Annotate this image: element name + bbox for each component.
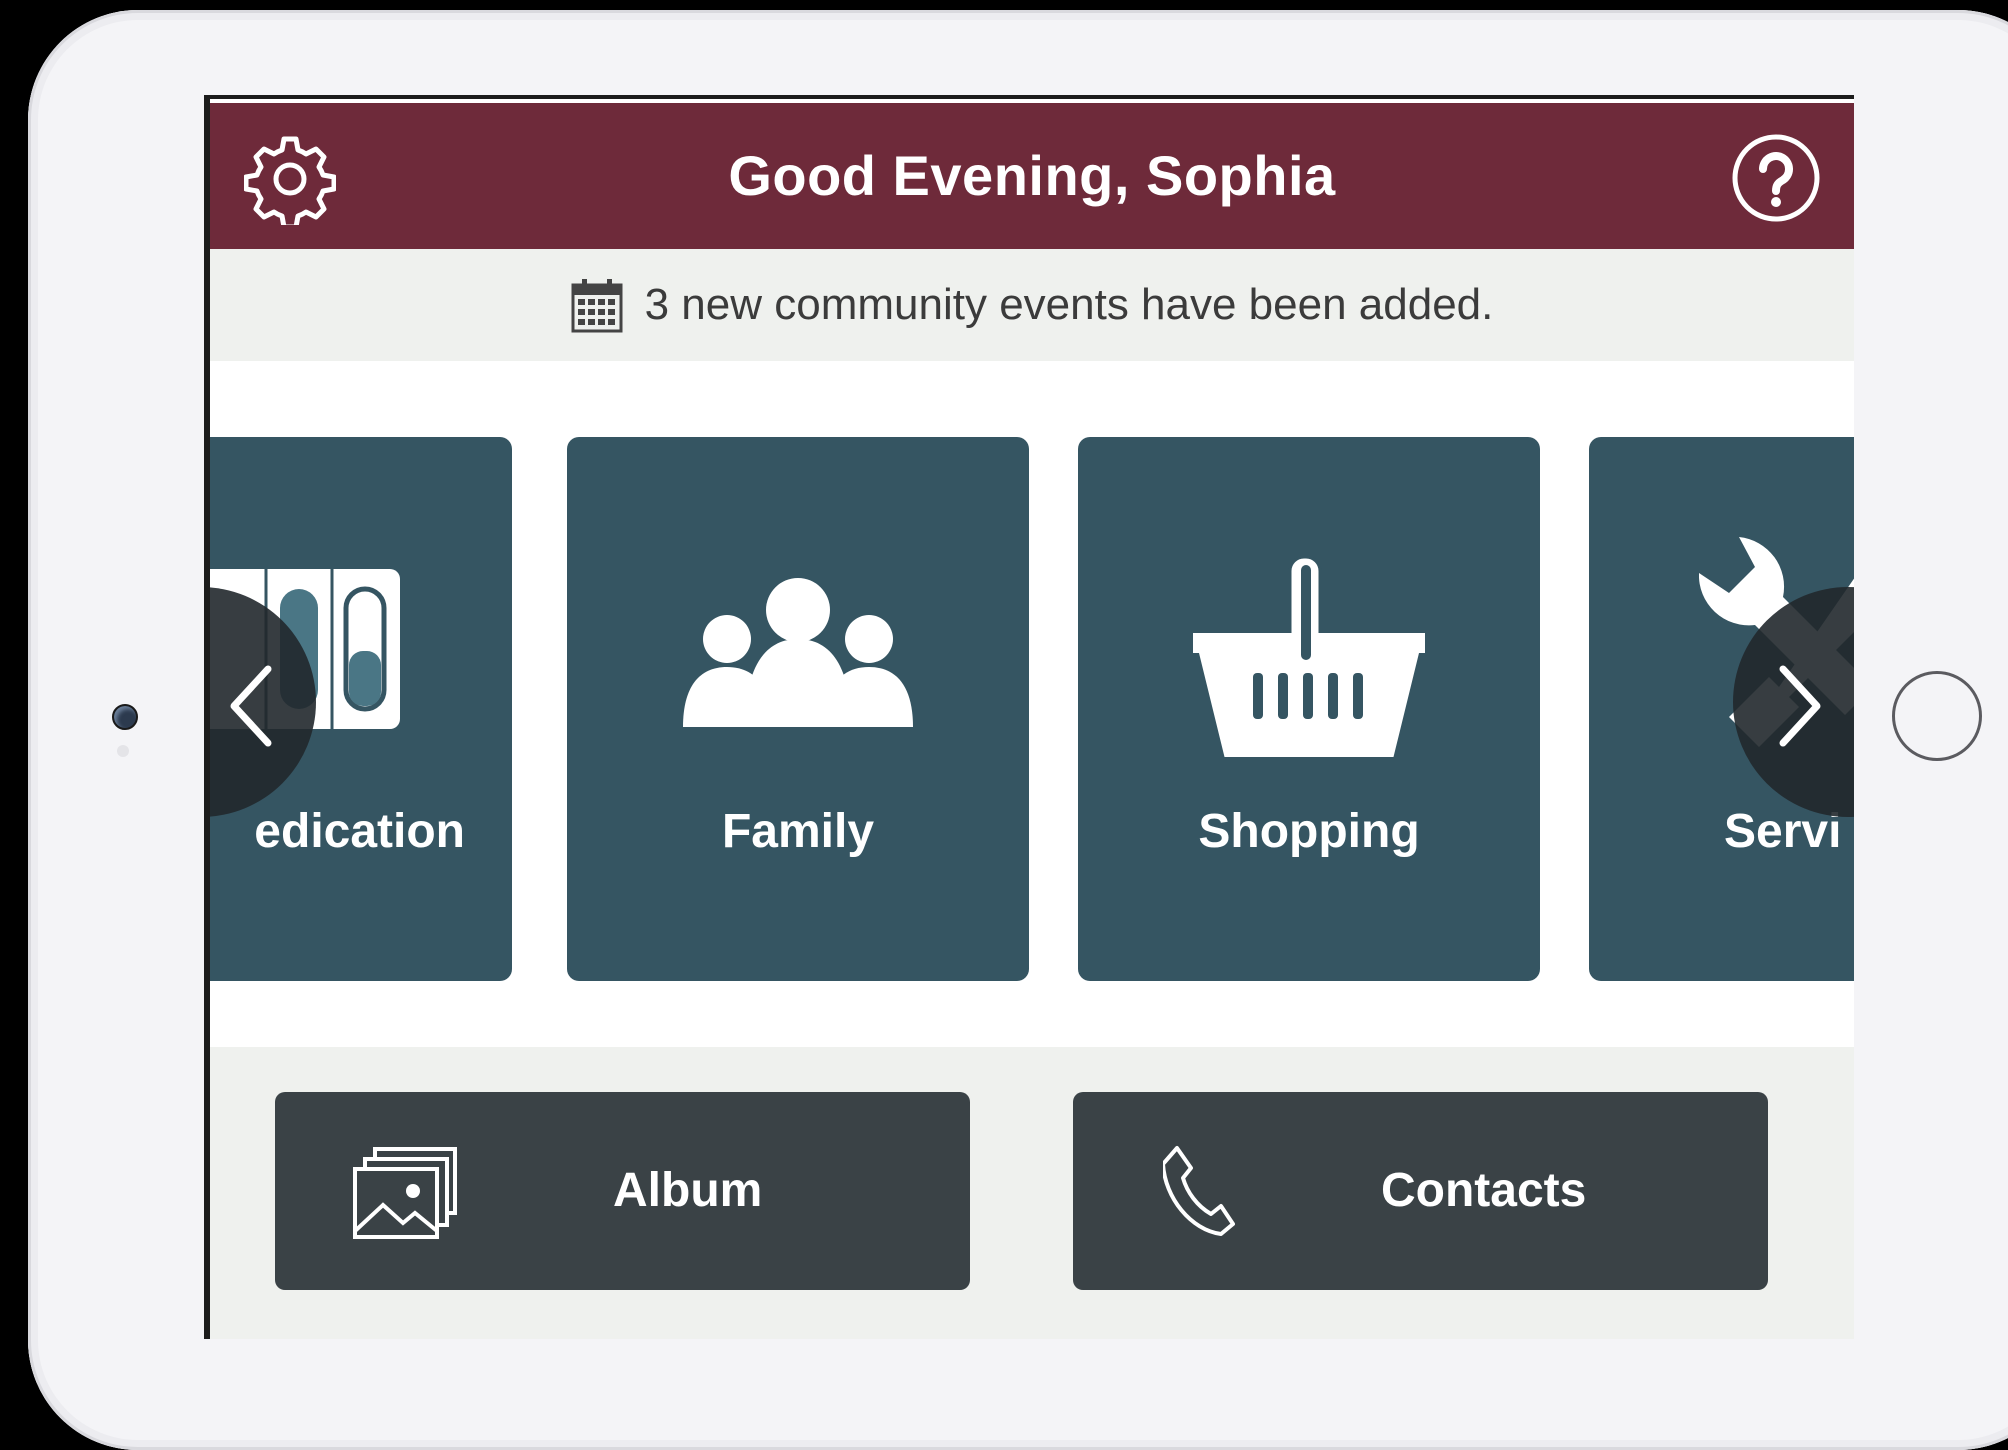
tile-family[interactable]: Family <box>567 437 1029 981</box>
front-camera <box>112 704 138 730</box>
tile-shopping[interactable]: Shopping <box>1078 437 1540 981</box>
album-label: Album <box>613 1164 763 1217</box>
header-bar: Good Evening, Sophia <box>210 103 1854 249</box>
notification-text: 3 new community events have been added. <box>644 280 1494 329</box>
help-button[interactable] <box>1731 133 1821 223</box>
album-button[interactable]: Album <box>275 1092 970 1290</box>
notification-bar[interactable]: 3 new community events have been added. <box>210 249 1854 361</box>
question-circle-icon <box>1732 134 1820 222</box>
home-button[interactable] <box>1892 671 1982 761</box>
tile-label-family: Family <box>721 805 875 858</box>
app-screen: Good Evening, Sophia 3 new community eve… <box>204 95 1854 1339</box>
photo-album-icon <box>353 1147 457 1239</box>
contacts-label: Contacts <box>1381 1164 1587 1217</box>
settings-button[interactable] <box>243 133 337 230</box>
chevron-right-icon <box>1779 665 1821 747</box>
people-group-icon <box>683 578 913 727</box>
calendar-icon <box>571 279 623 333</box>
tile-label-shopping: Shopping <box>1198 805 1420 858</box>
greeting-title: Good Evening, Sophia <box>728 144 1336 207</box>
phone-icon <box>1163 1146 1235 1236</box>
chevron-left-icon <box>230 665 272 747</box>
tile-label-medication: edication <box>254 805 465 858</box>
ambient-sensor <box>117 745 129 757</box>
contacts-button[interactable]: Contacts <box>1073 1092 1768 1290</box>
shopping-basket-icon <box>1193 557 1425 757</box>
gear-icon <box>243 136 337 230</box>
